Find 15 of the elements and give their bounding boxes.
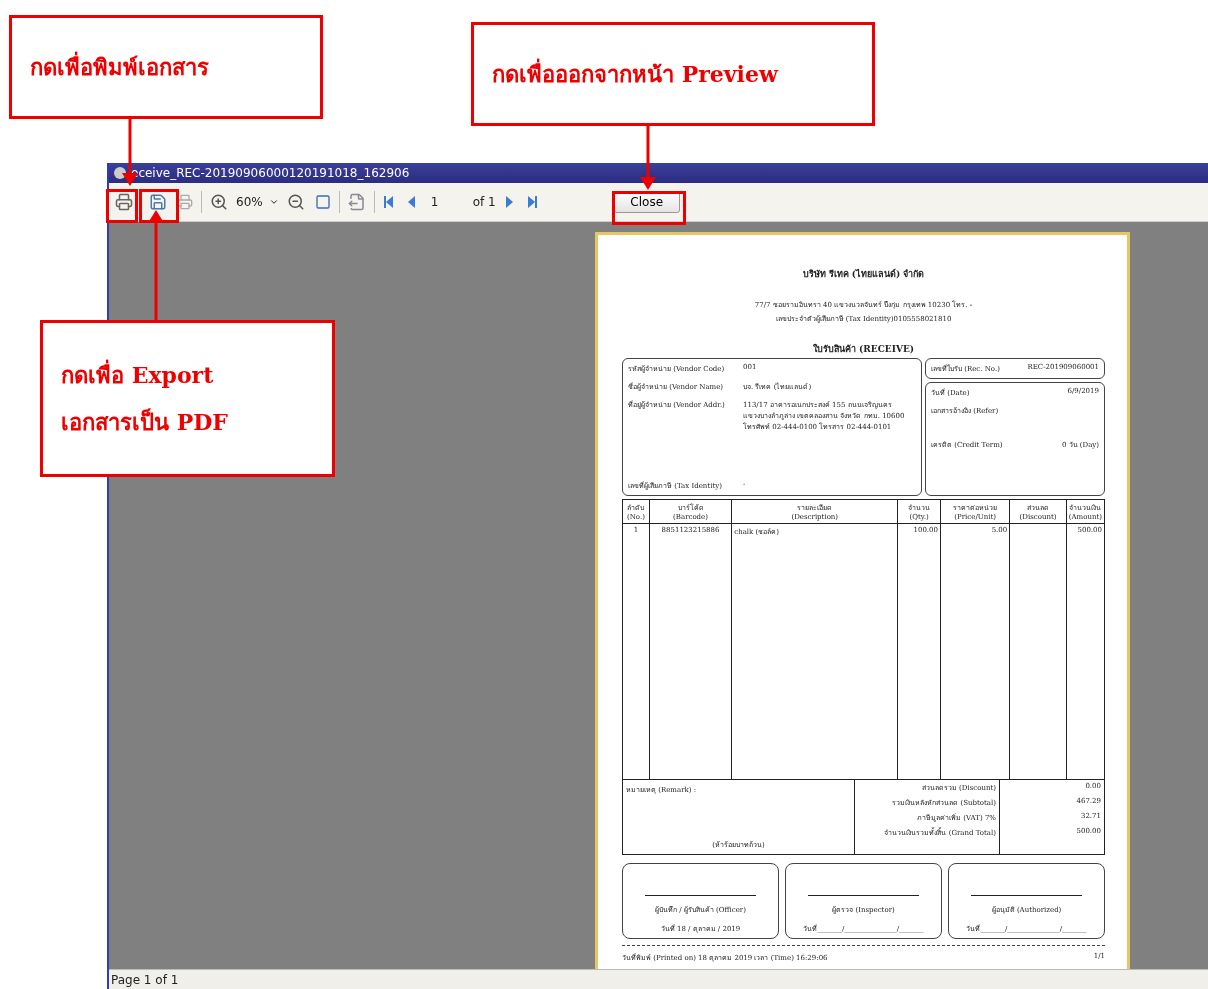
company-name: บริษัท รีเทค (ไทยแลนด์) จำกัด	[801, 267, 926, 281]
page-number-field[interactable]: 1	[424, 195, 467, 209]
highlight-frame	[106, 189, 138, 223]
page-count: of 1	[472, 195, 496, 209]
callout-text: กดเพื่อพิมพ์เอกสาร	[30, 50, 210, 82]
app-icon	[113, 166, 127, 180]
print-button[interactable]	[113, 191, 135, 213]
callout-text: กดเพื่อ Export	[61, 358, 215, 390]
callout-text: เอกสารเป็น PDF	[61, 407, 229, 437]
document-title: ใบรับสินค้า (RECEIVE)	[811, 343, 916, 356]
status-text: Page 1 of 1	[111, 972, 179, 987]
callout-text: กดเพื่อออกจากหน้า Preview	[492, 57, 780, 89]
window-title: eceive_REC-20190906000120191018_162906	[131, 166, 410, 180]
zoom-dropdown[interactable]: 60%	[236, 195, 263, 209]
caret-icon[interactable]	[268, 197, 279, 207]
